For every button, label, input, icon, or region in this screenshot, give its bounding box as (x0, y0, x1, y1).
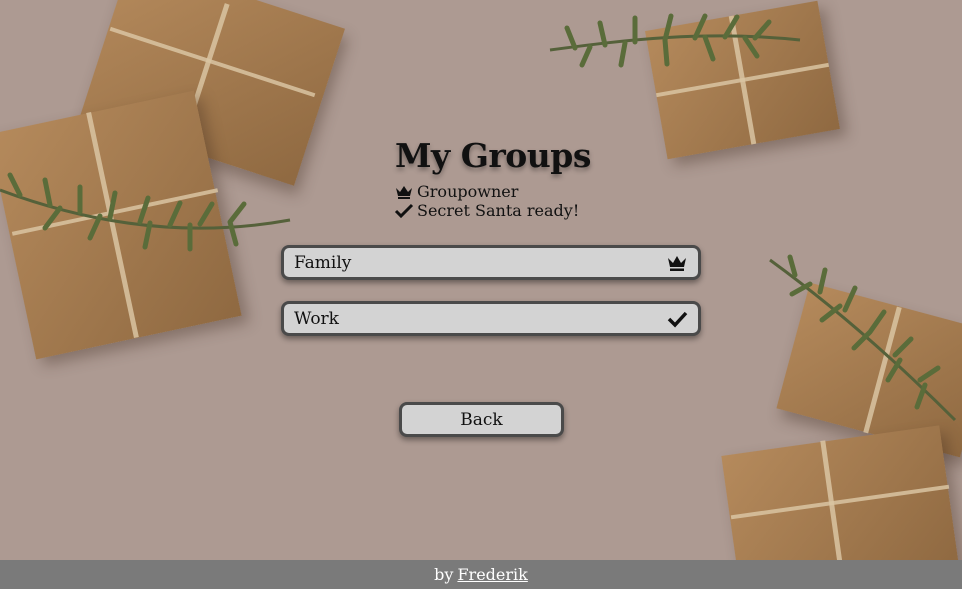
crown-icon (396, 185, 412, 199)
group-item-family[interactable]: Family (281, 245, 701, 280)
footer-prefix: by (434, 565, 454, 584)
group-item-work[interactable]: Work (281, 301, 701, 336)
group-name: Work (294, 308, 339, 329)
back-button[interactable]: Back (399, 402, 564, 437)
check-icon (394, 203, 414, 218)
check-icon (667, 311, 688, 328)
background-image (0, 0, 962, 560)
legend-label: Groupowner (417, 182, 519, 201)
group-name: Family (294, 252, 352, 273)
author-link[interactable]: Frederik (457, 565, 527, 584)
crown-icon (668, 255, 686, 271)
footer: by Frederik (0, 560, 962, 589)
legend-label: Secret Santa ready! (417, 201, 580, 220)
page-title: My Groups (395, 136, 591, 175)
legend-secret-santa-ready: Secret Santa ready! (394, 201, 579, 220)
legend-groupowner: Groupowner (394, 182, 518, 201)
